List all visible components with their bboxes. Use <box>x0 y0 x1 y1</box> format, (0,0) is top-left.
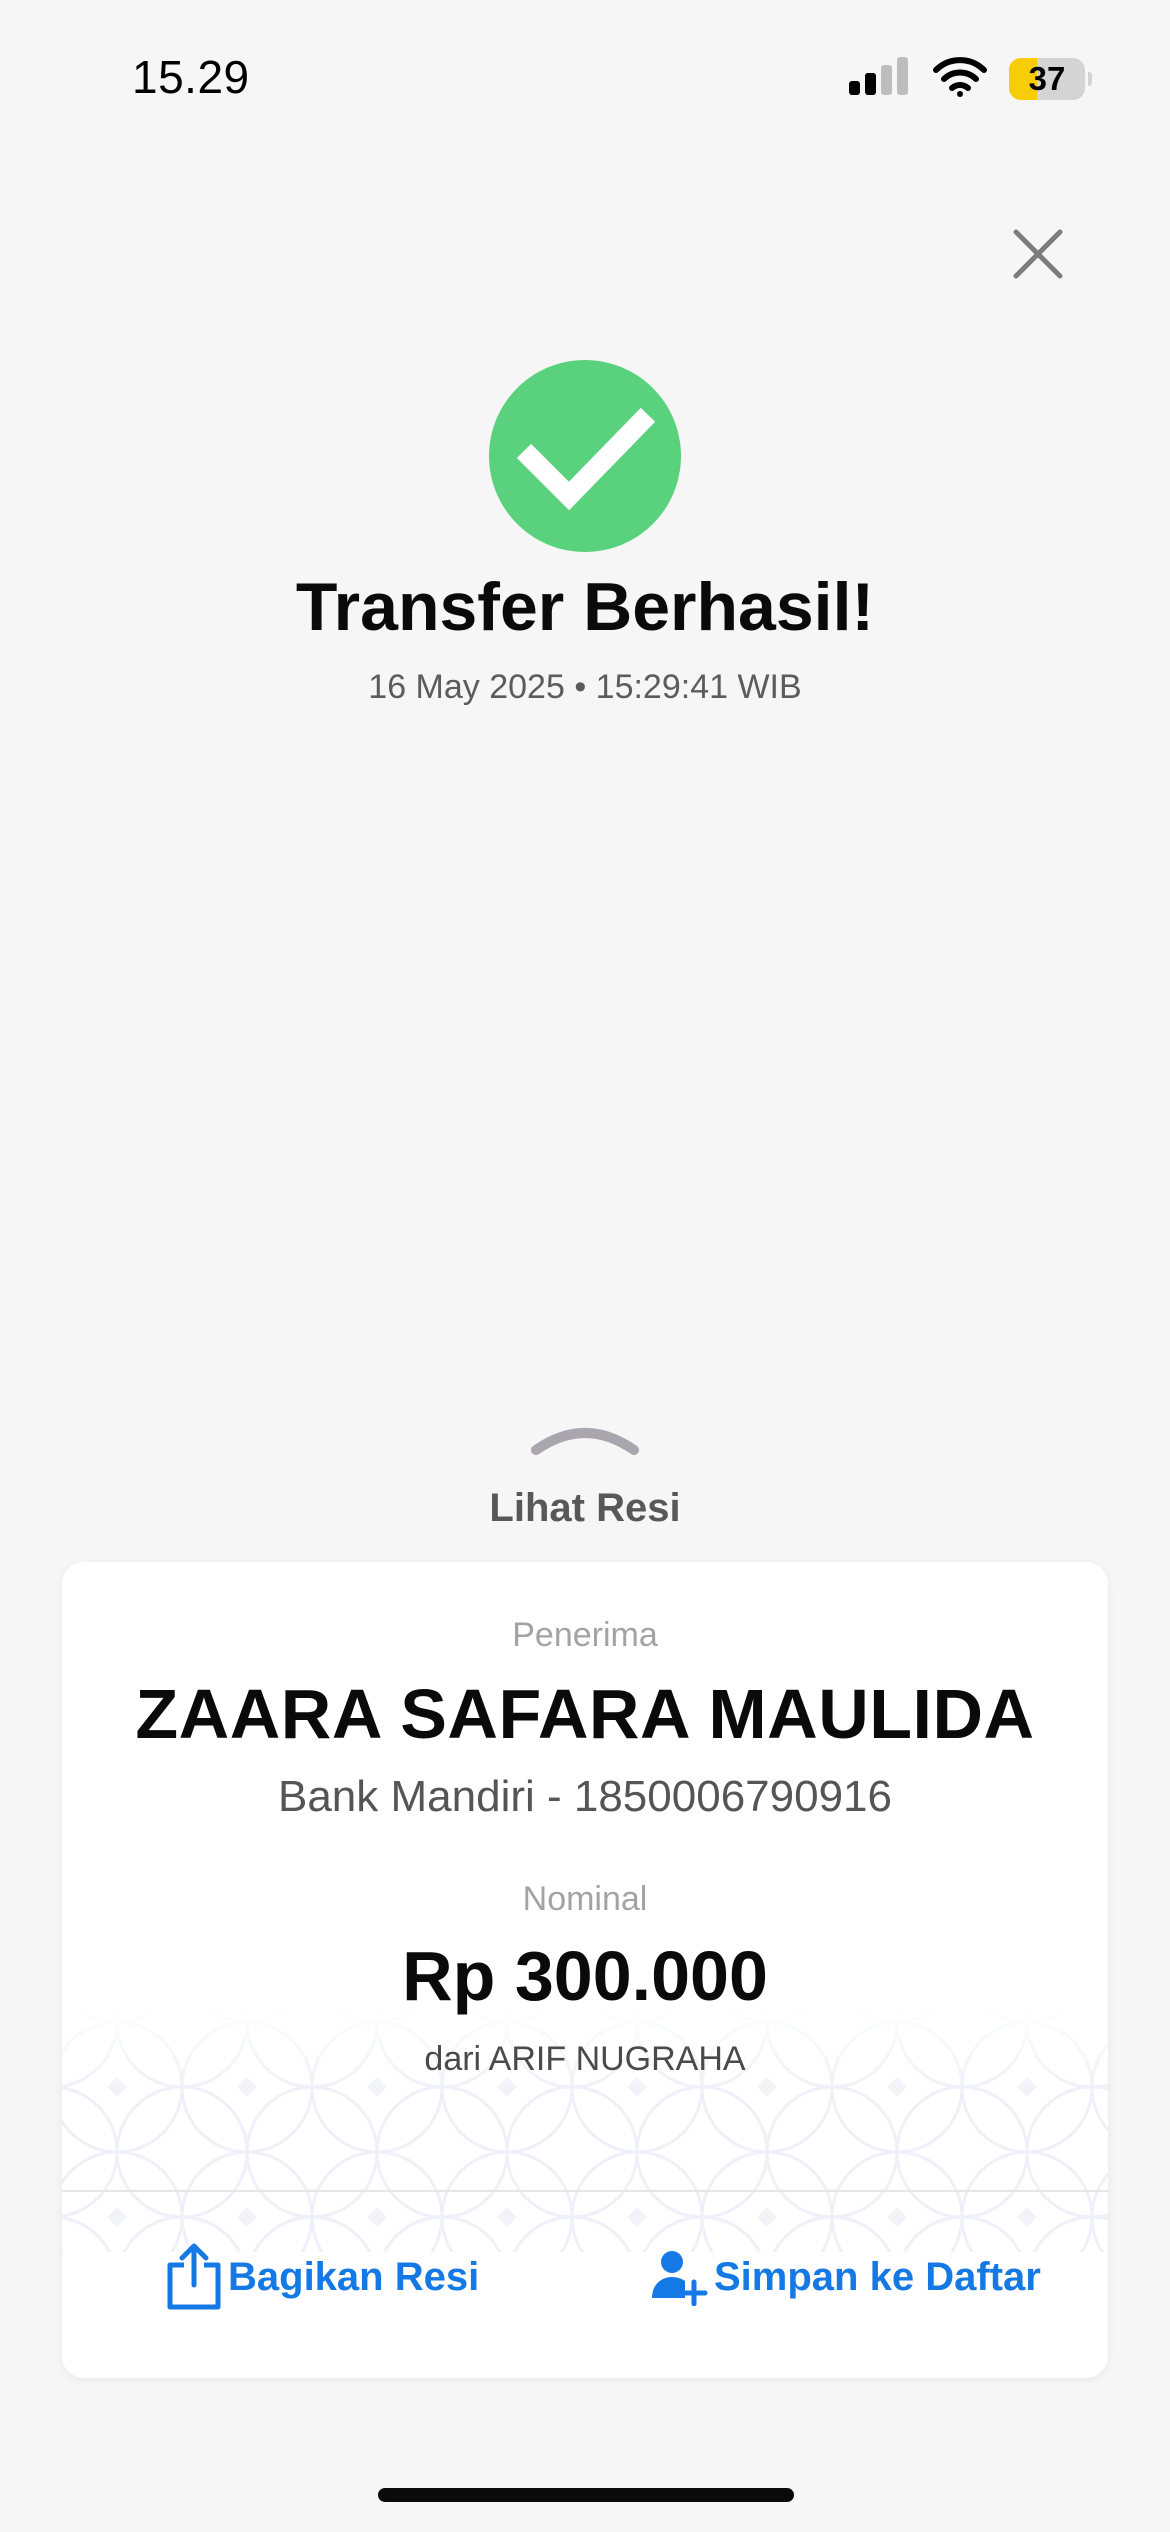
save-to-list-button[interactable]: Simpan ke Daftar <box>650 2242 1041 2312</box>
save-to-list-label: Simpan ke Daftar <box>714 2254 1041 2299</box>
recipient-account: Bank Mandiri - 1850006790916 <box>277 1772 892 1821</box>
view-receipt-label: Lihat Resi <box>489 1486 681 1530</box>
add-contact-icon <box>652 2251 708 2306</box>
transaction-timestamp: 16 May 2025 • 15:29:41 WIB <box>368 668 802 706</box>
receipt-card: Penerima ZAARA SAFARA MAULIDA Bank Mandi… <box>62 1562 1108 2378</box>
battery-level: 37 <box>1028 60 1066 97</box>
page-title: Transfer Berhasil! <box>295 569 875 645</box>
view-receipt-toggle[interactable]: Lihat Resi <box>400 1410 770 1540</box>
signal-icon <box>849 56 911 102</box>
amount-value: Rp 300.000 <box>402 1937 768 2015</box>
sender-text: dari ARIF NUGRAHA <box>424 2040 746 2078</box>
wifi-icon <box>933 56 987 102</box>
share-receipt-button[interactable]: Bagikan Resi <box>166 2242 479 2312</box>
status-time: 15.29 <box>132 51 250 103</box>
share-icon <box>167 2243 221 2310</box>
battery-cap <box>1088 72 1092 86</box>
status-icons: 37 <box>849 50 1092 108</box>
transfer-success-screen: 15.29 37 Transfer Berhasil! 16 May 2025 … <box>0 0 1170 2532</box>
share-receipt-label: Bagikan Resi <box>228 2254 480 2299</box>
check-circle-icon <box>489 360 681 552</box>
chevron-up-icon <box>531 1428 639 1455</box>
recipient-label: Penerima <box>512 1616 658 1654</box>
recipient-name: ZAARA SAFARA MAULIDA <box>135 1675 1035 1753</box>
amount-label: Nominal <box>522 1880 648 1918</box>
close-icon <box>1013 229 1063 279</box>
home-indicator[interactable] <box>378 2488 794 2502</box>
close-button[interactable] <box>1004 220 1072 288</box>
battery-icon: 37 <box>1009 58 1085 100</box>
divider <box>62 2190 1108 2192</box>
